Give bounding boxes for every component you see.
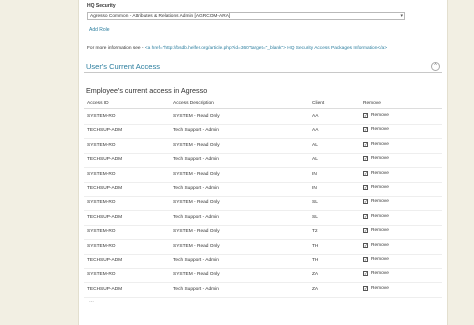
remove-checkbox[interactable]: ✓ <box>363 141 368 147</box>
table-title: Employee's current access in Agresso <box>86 86 208 95</box>
more-icon: … <box>89 298 94 304</box>
remove-label: Remove <box>371 156 389 162</box>
access-description-cell: SYSTEM - Read Only <box>173 114 220 119</box>
access-id-cell: SYSTEM-RO <box>87 114 116 119</box>
section-title: User's Current Access <box>86 62 160 71</box>
table-row: SYSTEM-RO SYSTEM - Read Only TH ✓ Remove <box>84 240 442 255</box>
client-cell: TH <box>312 243 319 249</box>
client-cell: IN <box>312 171 317 177</box>
access-description-cell: Tech Support - Admin <box>173 186 219 191</box>
access-description-cell: SYSTEM - Read Only <box>173 171 220 177</box>
remove-label: Remove <box>371 199 389 205</box>
access-id-cell: TECHSUP-ADM <box>87 258 123 263</box>
remove-label: Remove <box>371 170 389 176</box>
remove-checkbox[interactable]: ✓ <box>363 257 368 262</box>
remove-checkbox[interactable]: ✓ <box>363 242 368 248</box>
remove-label: Remove <box>371 257 389 262</box>
table-row: SYSTEM-RO SYSTEM - Read Only T2 ✓ Remove <box>84 225 442 241</box>
add-role-link[interactable]: Add Role <box>89 27 110 33</box>
header-access-id: Access ID <box>87 101 109 106</box>
table-row: TECHSUP-ADM Tech Support - Admin AL ✓ Remove <box>84 153 442 169</box>
role-select[interactable]: Agresso Common - Attributes & Relations … <box>87 12 405 20</box>
table-row: SYSTEM-RO SYSTEM - Read Only AL ✓ Remove <box>84 139 442 154</box>
remove-checkbox[interactable]: ✓ <box>363 271 368 277</box>
header-access-description: Access Description <box>173 101 214 106</box>
main-panel: HQ Security Agresso Common - Attributes … <box>78 0 448 325</box>
client-cell: ZA <box>312 286 319 292</box>
hq-security-label: HQ Security <box>87 3 116 9</box>
access-description-cell: Tech Support - Admin <box>173 214 219 220</box>
access-id-cell: TECHSUP-ADM <box>87 186 123 191</box>
header-client: Client <box>312 101 325 106</box>
remove-label: Remove <box>371 113 389 118</box>
info-text: For more information see - <a href="http… <box>87 46 387 51</box>
client-cell: AL <box>312 142 318 148</box>
access-description-cell: Tech Support - Admin <box>173 157 219 163</box>
access-id-cell: SYSTEM-RO <box>87 229 116 235</box>
access-description-cell: SYSTEM - Read Only <box>173 200 220 206</box>
access-description-cell: Tech Support - Admin <box>173 128 219 134</box>
remove-checkbox[interactable]: ✓ <box>363 185 368 190</box>
header-remove: Remove <box>363 101 381 106</box>
access-id-cell: SYSTEM-RO <box>87 243 116 249</box>
client-cell: AA <box>312 128 319 134</box>
access-id-cell: SYSTEM-RO <box>87 142 116 148</box>
remove-checkbox[interactable]: ✓ <box>363 228 368 234</box>
client-cell: SL <box>312 200 318 206</box>
remove-checkbox[interactable]: ✓ <box>363 213 368 219</box>
info-link[interactable]: <a href="http://bsdb.helfer.org/article.… <box>145 46 387 51</box>
table-row: TECHSUP-ADM Tech Support - Admin ZA ✓ Remove <box>84 283 442 298</box>
remove-checkbox[interactable]: ✓ <box>363 113 368 118</box>
client-cell: AL <box>312 157 318 163</box>
remove-label: Remove <box>371 185 389 190</box>
table-row: SYSTEM-RO SYSTEM - Read Only IN ✓ Remove <box>84 168 442 183</box>
table-row: TECHSUP-ADM Tech Support - Admin AA ✓ Remove <box>84 124 442 140</box>
access-id-cell: TECHSUP-ADM <box>87 214 123 220</box>
client-cell: SL <box>312 214 318 220</box>
remove-checkbox[interactable]: ✓ <box>363 170 368 176</box>
table-row: TECHSUP-ADM Tech Support - Admin IN ✓ Remove <box>84 182 442 197</box>
info-prefix: For more information see - <box>87 46 145 51</box>
client-cell: IN <box>312 186 317 191</box>
chevron-down-icon[interactable]: ▾ <box>400 13 403 19</box>
access-id-cell: SYSTEM-RO <box>87 171 116 177</box>
remove-label: Remove <box>371 213 389 219</box>
access-description-cell: Tech Support - Admin <box>173 258 219 263</box>
access-description-cell: SYSTEM - Read Only <box>173 142 220 148</box>
access-description-cell: SYSTEM - Read Only <box>173 243 220 249</box>
access-description-cell: SYSTEM - Read Only <box>173 272 220 278</box>
access-description-cell: Tech Support - Admin <box>173 286 219 292</box>
access-id-cell: SYSTEM-RO <box>87 272 116 278</box>
remove-checkbox[interactable]: ✓ <box>363 199 368 205</box>
chevron-up-icon[interactable]: ^ <box>431 62 440 71</box>
table-row: TECHSUP-ADM Tech Support - Admin TH ✓ Remove <box>84 254 442 269</box>
remove-checkbox[interactable]: ✓ <box>363 156 368 162</box>
client-cell: ZA <box>312 272 319 278</box>
access-id-cell: TECHSUP-ADM <box>87 157 123 163</box>
remove-label: Remove <box>371 228 389 234</box>
table-row: TECHSUP-ADM Tech Support - Admin SL ✓ Remove <box>84 211 442 226</box>
remove-checkbox[interactable]: ✓ <box>363 285 368 291</box>
remove-label: Remove <box>371 127 389 133</box>
remove-label: Remove <box>371 285 389 291</box>
access-description-cell: SYSTEM - Read Only <box>173 229 220 235</box>
table-row: SYSTEM-RO SYSTEM - Read Only AA ✓ Remove <box>84 110 442 125</box>
remove-checkbox[interactable]: ✓ <box>363 127 368 133</box>
table-row: SYSTEM-RO SYSTEM - Read Only SL ✓ Remove <box>84 196 442 212</box>
remove-label: Remove <box>371 141 389 147</box>
section-header: User's Current Access ^ <box>84 62 442 73</box>
access-id-cell: TECHSUP-ADM <box>87 128 123 134</box>
remove-label: Remove <box>371 271 389 277</box>
role-select-value: Agresso Common - Attributes & Relations … <box>90 14 231 19</box>
access-id-cell: SYSTEM-RO <box>87 200 116 206</box>
remove-label: Remove <box>371 242 389 248</box>
access-id-cell: TECHSUP-ADM <box>87 286 123 292</box>
client-cell: TH <box>312 258 319 263</box>
header-divider <box>84 108 442 109</box>
client-cell: T2 <box>312 229 318 235</box>
table-row: SYSTEM-RO SYSTEM - Read Only ZA ✓ Remove <box>84 268 442 284</box>
client-cell: AA <box>312 114 319 119</box>
